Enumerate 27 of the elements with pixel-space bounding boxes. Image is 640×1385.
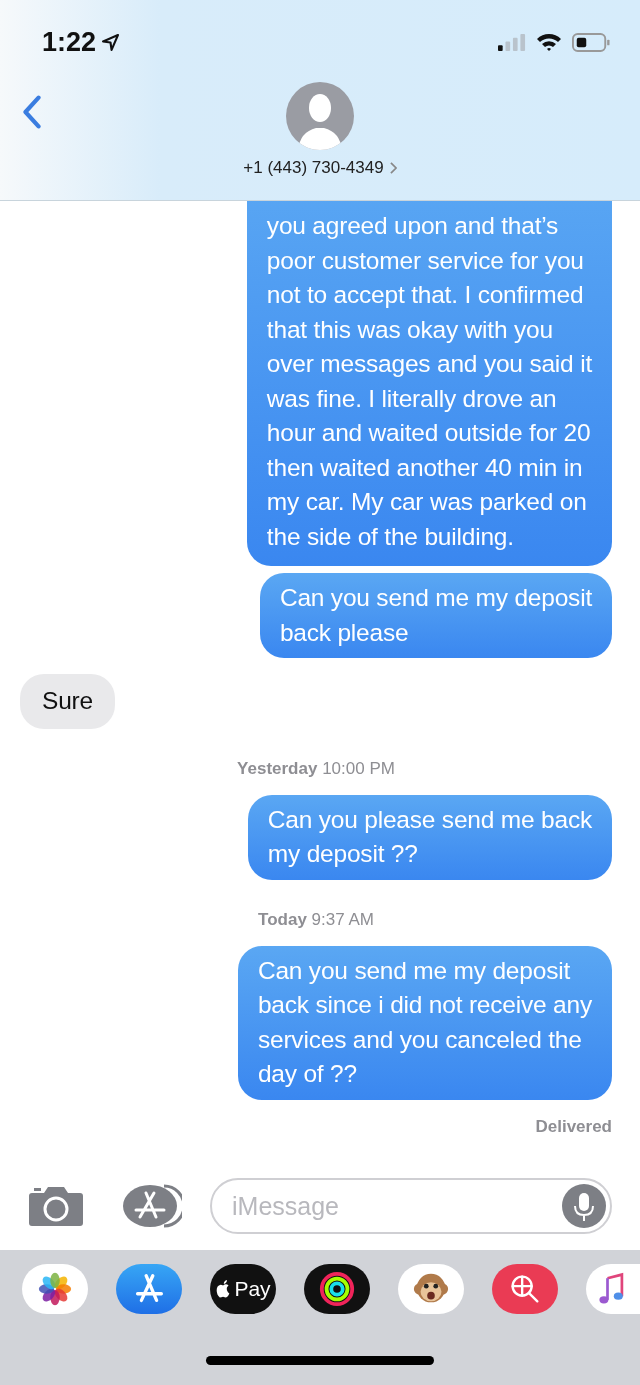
battery-icon [572,32,610,52]
music-app-icon[interactable] [586,1264,640,1314]
timestamp: Today 9:37 AM [258,909,374,930]
chevron-icon [389,162,397,174]
sent-message: Can you send me my deposit back since i did not receive any services and you canceled the day of ?? [237,945,612,1100]
status-time: 1:22 [42,26,97,58]
apple-pay-app-button[interactable]: Pay [210,1264,276,1314]
sent-message: Can you please send me back my deposit ?? [247,794,612,880]
web-search-app-icon[interactable] [492,1264,558,1314]
activity-rings-app-icon[interactable] [304,1264,370,1314]
microphone-icon[interactable] [562,1184,606,1228]
timestamp: Yesterday 10:00 PM [237,758,395,779]
back-icon[interactable] [22,95,42,129]
location-arrow-icon [102,33,120,51]
apple-logo-icon [215,1279,232,1299]
sent-message: Can you send me my deposit back please [259,573,612,658]
message-input[interactable]: iMessage [210,1178,612,1234]
photos-app-icon[interactable] [22,1264,88,1314]
wifi-icon [536,32,562,52]
delivery-status: Delivered [535,1116,612,1137]
signal-icon [498,33,526,51]
avatar-icon[interactable] [286,82,354,150]
app-store-app-icon[interactable] [116,1264,182,1314]
camera-icon[interactable] [28,1185,84,1227]
app-store-icon[interactable] [120,1183,182,1229]
monkey-app-icon[interactable] [398,1264,464,1314]
received-message: Sure [20,674,115,729]
